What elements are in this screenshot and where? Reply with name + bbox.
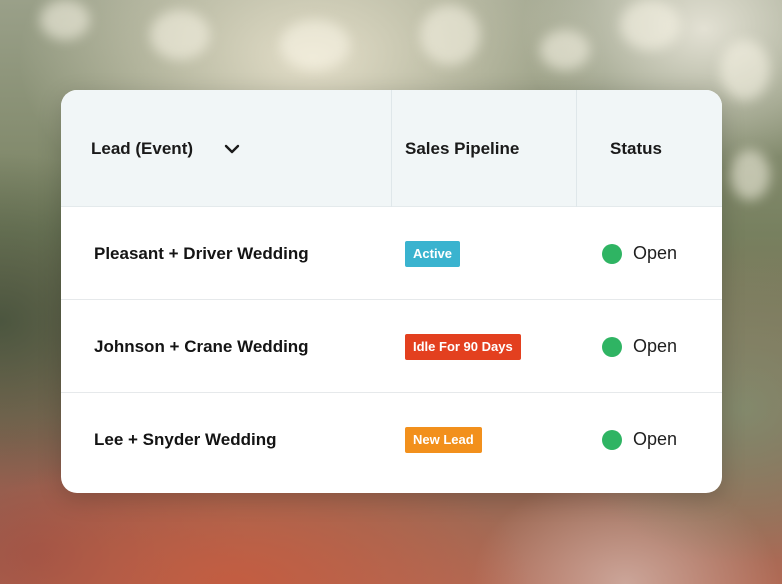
- lead-column-header-label: Lead (Event): [91, 138, 194, 158]
- table-row[interactable]: Lee + Snyder Wedding New Lead Open: [61, 393, 722, 486]
- status-text: Open: [633, 429, 678, 449]
- leads-table-card: Lead (Event) Sales Pipeline Status Pleas…: [61, 90, 722, 493]
- status-dot-icon: [602, 336, 622, 357]
- status-text: Open: [633, 336, 678, 356]
- pipeline-badge: New Lead: [405, 426, 482, 453]
- lead-name[interactable]: Lee + Snyder Wedding: [94, 430, 276, 450]
- pipeline-badge: Idle For 90 Days: [405, 333, 521, 360]
- lead-name[interactable]: Johnson + Crane Wedding: [94, 337, 309, 357]
- table-header: Lead (Event) Sales Pipeline Status: [61, 90, 722, 207]
- column-divider: [391, 90, 392, 207]
- pipeline-badge: Active: [405, 240, 461, 267]
- pipeline-column-header: Sales Pipeline: [405, 138, 520, 158]
- status-dot-icon: [602, 429, 622, 450]
- chevron-down-icon[interactable]: [223, 140, 241, 158]
- table-row[interactable]: Johnson + Crane Wedding Idle For 90 Days…: [61, 300, 722, 393]
- status-text: Open: [633, 243, 678, 263]
- lead-name[interactable]: Pleasant + Driver Wedding: [94, 244, 309, 264]
- status-dot-icon: [602, 243, 622, 264]
- status-column-header: Status: [610, 138, 662, 158]
- column-divider: [576, 90, 577, 207]
- table-row[interactable]: Pleasant + Driver Wedding Active Open: [61, 207, 722, 300]
- lead-column-header[interactable]: Lead (Event): [91, 90, 241, 207]
